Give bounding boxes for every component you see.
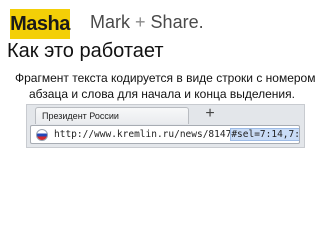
page-title: Как это работает [7, 40, 164, 62]
tagline: Mark + Share. [90, 12, 204, 33]
tagline-plus: + [135, 12, 146, 32]
url-fragment: #sel=7:14,7:15 [230, 128, 299, 141]
tagline-share: Share. [150, 12, 204, 32]
logo-text: Masha [10, 12, 70, 35]
url-base: http://www.kremlin.ru/news/8147 [54, 129, 232, 140]
address-bar[interactable]: http://www.kremlin.ru/news/8147#sel=7:14… [30, 125, 300, 144]
url-text: http://www.kremlin.ru/news/8147#sel=7:14… [54, 128, 299, 141]
new-tab-button[interactable]: + [202, 105, 218, 123]
russia-flag-icon [36, 128, 48, 141]
browser-tab-title: Президент России [42, 111, 119, 121]
description-line-1: Фрагмент текста кодируется в виде строки… [15, 71, 316, 85]
browser-tab[interactable]: Президент России [35, 107, 189, 124]
logo: Masha [10, 9, 70, 39]
description-line-2: абзаца и слова для начала и конца выделе… [29, 87, 295, 101]
tagline-mark: Mark [90, 12, 130, 32]
browser-screenshot: Президент России + http://www.kremlin.ru… [26, 104, 305, 148]
description: Фрагмент текста кодируется в виде строки… [15, 70, 315, 102]
